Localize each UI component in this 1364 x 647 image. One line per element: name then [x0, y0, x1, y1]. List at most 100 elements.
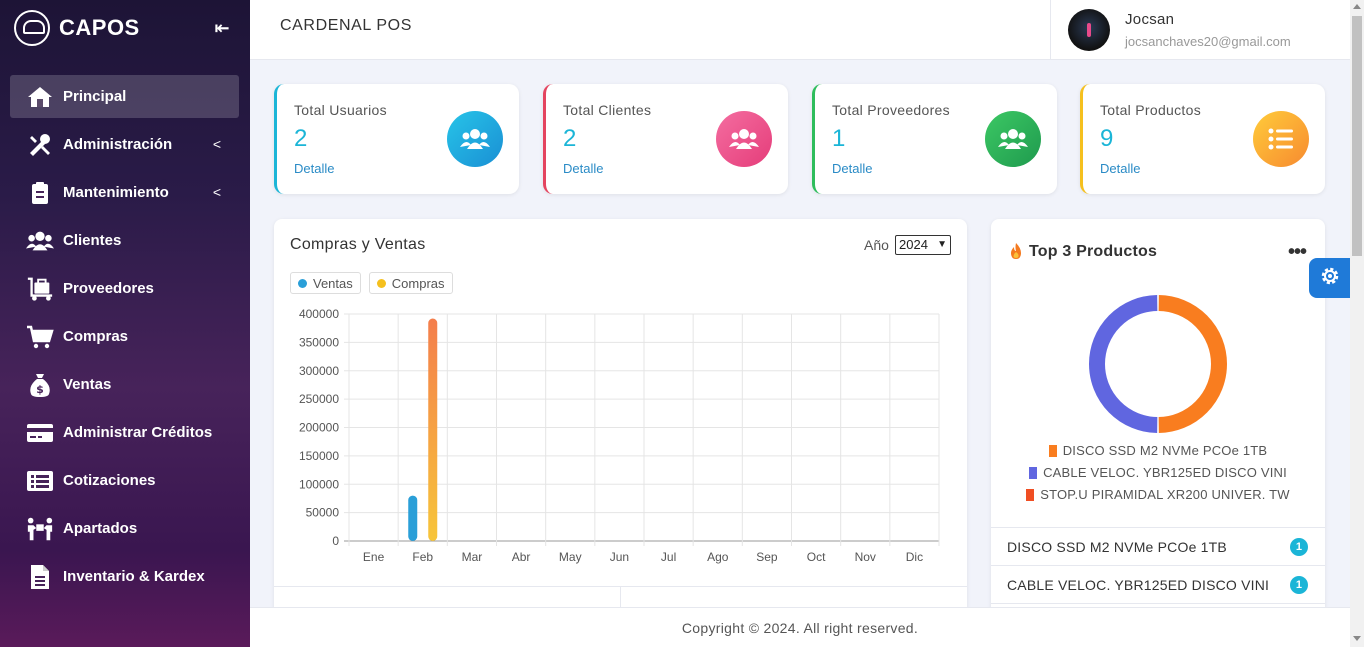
year-select[interactable]: 2024 ▼	[895, 235, 951, 255]
x-tick-label: Dic	[906, 550, 923, 564]
detail-link[interactable]: Detalle	[294, 161, 334, 176]
gear-icon	[1319, 265, 1341, 292]
settings-button[interactable]	[1309, 258, 1350, 298]
chevron-down-icon: ▼	[937, 239, 947, 250]
stat-card-proveedores: Total Proveedores 1 Detalle	[812, 84, 1057, 194]
legend-compras[interactable]: Compras	[368, 272, 453, 294]
y-tick-label: 300000	[299, 364, 339, 378]
sidebar-menu: Principal Administración < Mantenimiento…	[10, 75, 239, 603]
sidebar-item-ventas[interactable]: $ Ventas	[10, 363, 239, 406]
legend-swatch	[1026, 489, 1035, 501]
shopping-cart-icon	[26, 324, 54, 350]
y-tick-label: 100000	[299, 477, 339, 491]
bar-chart: 0 50000 100000 150000 200000 250000 300000 3500…	[299, 307, 940, 564]
y-tick-label: 0	[332, 534, 339, 548]
users-icon	[447, 111, 503, 167]
stat-label: Total Proveedores	[832, 102, 950, 118]
scroll-up-icon[interactable]	[1353, 4, 1361, 9]
x-tick-label: Oct	[807, 550, 826, 564]
donut-legend-item: DISCO SSD M2 NVMe PCOe 1TB	[991, 443, 1325, 458]
home-icon	[26, 84, 54, 110]
donut-legend-item: CABLE VELOC. YBR125ED DISCO VINI	[991, 465, 1325, 480]
user-email: jocsanchaves20@gmail.com	[1125, 34, 1291, 49]
sidebar-item-proveedores[interactable]: Proveedores	[10, 267, 239, 310]
file-icon	[26, 564, 54, 590]
y-tick-label: 250000	[299, 392, 339, 406]
user-menu[interactable]: Jocsan jocsanchaves20@gmail.com	[1050, 0, 1350, 60]
fire-icon	[1009, 242, 1023, 265]
users-icon	[26, 228, 54, 254]
donut-slice[interactable]	[1158, 295, 1228, 433]
scrollbar-thumb[interactable]	[1352, 16, 1362, 256]
sidebar-item-cotizaciones[interactable]: Cotizaciones	[10, 459, 239, 502]
stat-label: Total Productos	[1100, 102, 1201, 118]
x-tick-label: May	[559, 550, 582, 564]
sidebar-item-principal[interactable]: Principal	[10, 75, 239, 118]
sidebar-item-label: Ventas	[63, 376, 112, 393]
clipboard-icon	[26, 180, 54, 206]
stat-card-productos: Total Productos 9 Detalle	[1080, 84, 1325, 194]
sidebar-item-label: Principal	[63, 88, 127, 105]
stat-value: 9	[1100, 125, 1114, 152]
bar-ventas[interactable]	[408, 495, 418, 541]
donut-legend-item: STOP.U PIRAMIDAL XR200 UNIVER. TW	[991, 487, 1325, 502]
year-select-value: 2024	[899, 237, 928, 252]
sales-purchases-chart-card: Compras y Ventas Año 2024 ▼ Ventas Compr…	[274, 219, 967, 619]
chevron-left-icon: <	[212, 136, 221, 152]
sidebar-item-administracion[interactable]: Administración <	[10, 123, 239, 166]
people-carry-icon	[26, 516, 54, 542]
x-tick-label: Nov	[855, 550, 876, 564]
credit-card-icon	[26, 420, 54, 446]
page-title: CARDENAL POS	[280, 17, 412, 34]
sidebar-item-compras[interactable]: Compras	[10, 315, 239, 358]
legend-ventas[interactable]: Ventas	[290, 272, 361, 294]
top-header: CARDENAL POS Jocsan jocsanchaves20@gmail…	[250, 0, 1350, 60]
avatar[interactable]	[1068, 9, 1110, 51]
donut-chart	[1088, 295, 1228, 433]
legend-label: Compras	[391, 275, 445, 291]
stat-label: Total Clientes	[563, 102, 652, 118]
brand-name: CAPOS	[59, 15, 140, 40]
user-name: Jocsan	[1125, 11, 1175, 28]
scroll-down-icon[interactable]	[1353, 636, 1361, 641]
money-bag-icon: $	[26, 372, 54, 398]
sidebar-item-inventario-kardex[interactable]: Inventario & Kardex	[10, 555, 239, 598]
product-name: DISCO SSD M2 NVMe PCOe 1TB	[1007, 538, 1227, 555]
sidebar-item-label: Clientes	[63, 232, 122, 249]
sidebar-item-mantenimiento[interactable]: Mantenimiento <	[10, 171, 239, 214]
sidebar-item-label: Cotizaciones	[63, 472, 156, 489]
detail-link[interactable]: Detalle	[563, 161, 603, 176]
detail-link[interactable]: Detalle	[1100, 161, 1140, 176]
stat-value: 2	[563, 125, 577, 152]
donut-legend-label: STOP.U PIRAMIDAL XR200 UNIVER. TW	[1040, 487, 1290, 502]
stat-label: Total Usuarios	[294, 102, 387, 118]
x-tick-label: Jul	[661, 550, 676, 564]
sidebar-item-clientes[interactable]: Clientes	[10, 219, 239, 262]
count-badge: 1	[1290, 538, 1308, 556]
users-icon	[716, 111, 772, 167]
more-options-icon[interactable]: •••	[1288, 241, 1307, 264]
sidebar-item-label: Proveedores	[63, 280, 154, 297]
year-label: Año	[864, 237, 889, 253]
list-item[interactable]: DISCO SSD M2 NVMe PCOe 1TB 1	[991, 527, 1325, 565]
top-products-title: Top 3 Productos	[1029, 243, 1158, 260]
svg-text:$: $	[36, 383, 44, 396]
x-tick-label: Ago	[707, 550, 729, 564]
stat-card-clientes: Total Clientes 2 Detalle	[543, 84, 788, 194]
y-tick-label: 200000	[299, 421, 339, 435]
detail-link[interactable]: Detalle	[832, 161, 872, 176]
bar-compras[interactable]	[428, 318, 438, 541]
sidebar-item-label: Mantenimiento	[63, 184, 169, 201]
sidebar-item-administrar-creditos[interactable]: Administrar Créditos	[10, 411, 239, 454]
y-tick-label: 350000	[299, 335, 339, 349]
chart-title: Compras y Ventas	[290, 236, 426, 253]
x-tick-label: Abr	[512, 550, 531, 564]
sidebar-item-apartados[interactable]: Apartados	[10, 507, 239, 550]
x-tick-label: Mar	[462, 550, 483, 564]
collapse-sidebar-icon[interactable]: ⇤	[212, 18, 232, 38]
donut-slice[interactable]	[1088, 295, 1158, 433]
list-item[interactable]: CABLE VELOC. YBR125ED DISCO VINI 1	[991, 565, 1325, 603]
scrollbar[interactable]	[1350, 0, 1364, 647]
x-tick-label: Ene	[363, 550, 385, 564]
sidebar-item-label: Inventario & Kardex	[63, 568, 205, 585]
